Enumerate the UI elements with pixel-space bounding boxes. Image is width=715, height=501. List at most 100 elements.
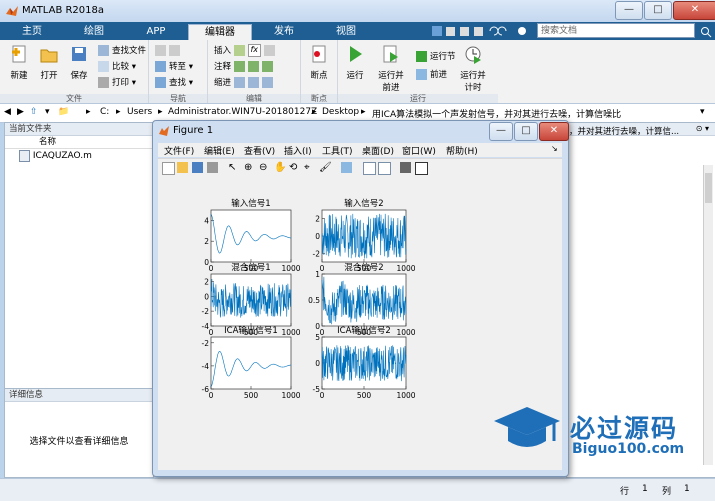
subplot-title: ICA输出信号2 <box>337 325 391 336</box>
print-icon <box>98 77 109 88</box>
open-file-icon[interactable] <box>177 162 188 173</box>
edit-group-label: 编辑 <box>208 94 300 103</box>
zoom-in-icon[interactable]: ⊕ <box>244 162 255 173</box>
nav-back-icons[interactable] <box>155 44 183 58</box>
menu-desktop[interactable]: 桌面(D) <box>362 144 394 157</box>
zoom-out-icon[interactable]: ⊖ <box>259 162 270 173</box>
figure-title-bar[interactable]: Figure 1 — □ ✕ <box>153 121 569 141</box>
show-plot-tools-icon[interactable] <box>415 162 428 175</box>
folder-up-icon[interactable]: ⇧ <box>30 107 38 117</box>
run-and-time-button[interactable]: 运行并 计时 <box>458 44 488 93</box>
link-plot-icon[interactable] <box>341 162 352 173</box>
scroll-thumb[interactable] <box>705 173 712 203</box>
browse-icon[interactable]: ▾ <box>45 107 50 117</box>
subplot-1[interactable]: 输入信号14200 500 1000 <box>204 198 301 273</box>
run-section-button[interactable]: 运行节 <box>416 50 456 64</box>
find-files-button[interactable]: 查找文件 <box>98 44 146 58</box>
editor-scrollbar[interactable] <box>703 165 713 465</box>
menu-file[interactable]: 文件(F) <box>164 144 194 157</box>
breakpoints-button[interactable]: 断点 <box>304 44 334 81</box>
save-figure-icon[interactable] <box>192 162 203 173</box>
ribbon: 新建 打开 保存 查找文件 比较 ▾ 打印 ▾ 文件 转至 ▾ 查找 ▾ 导航 … <box>0 40 715 104</box>
path-desktop[interactable]: Desktop <box>322 107 359 117</box>
run-and-advance-button[interactable]: 运行并 前进 <box>376 44 406 93</box>
breakpoints-icon <box>312 45 326 63</box>
arrow-cursor-icon[interactable]: ↖ <box>228 162 239 173</box>
find-files-icon <box>98 45 109 56</box>
tab-plots[interactable]: 绘图 <box>64 24 124 40</box>
path-drive[interactable]: C: <box>100 107 109 117</box>
menu-view[interactable]: 查看(V) <box>244 144 275 157</box>
close-button[interactable]: ✕ <box>673 1 715 20</box>
y-tick-label: -4 <box>202 362 210 371</box>
navigate-group: 转至 ▾ 查找 ▾ 导航 <box>149 40 208 103</box>
run-button[interactable]: 运行 <box>340 44 370 81</box>
y-tick-label: 2 <box>204 277 209 286</box>
figure-close-button[interactable]: ✕ <box>539 122 569 141</box>
tab-publish[interactable]: 发布 <box>254 24 314 40</box>
dock-arrow-icon[interactable]: ↘ <box>551 144 558 153</box>
back-arrow-icon[interactable]: ◀ <box>4 107 11 117</box>
menu-help[interactable]: 帮助(H) <box>446 144 478 157</box>
figure-minimize-button[interactable]: — <box>489 122 513 141</box>
open-label: 打开 <box>40 71 58 81</box>
path-project[interactable]: 用ICA算法模拟一个声发射信号，并对其进行去噪，计算信噪比 <box>372 107 621 120</box>
figure-menu-bar: 文件(F) 编辑(E) 查看(V) 插入(I) 工具(T) 桌面(D) 窗口(W… <box>158 143 562 157</box>
insert-button[interactable]: 插入 fx <box>214 44 278 58</box>
rotate-3d-icon[interactable]: ⟲ <box>289 162 300 173</box>
legend-icon[interactable] <box>378 162 391 175</box>
comment-icon <box>233 61 245 72</box>
col-label: 列 <box>662 487 672 497</box>
edit-group: 插入 fx 注释 缩进 编辑 <box>208 40 301 103</box>
tab-view[interactable]: 视图 <box>316 24 376 40</box>
breakpoints-group: 断点 断点 <box>301 40 338 103</box>
open-button[interactable]: 打开 <box>34 44 64 81</box>
brush-icon[interactable]: 🖌 <box>319 162 332 173</box>
save-button[interactable]: 保存 <box>64 44 94 81</box>
file-item[interactable]: ICAQUZAO.m <box>5 149 153 163</box>
comment-button[interactable]: 注释 <box>214 60 276 74</box>
path-user[interactable]: Administrator.WIN7U-20180127Z <box>168 107 317 117</box>
figure-maximize-button[interactable]: □ <box>514 122 538 141</box>
open-folder-icon <box>40 49 58 63</box>
indent-button[interactable]: 缩进 <box>214 76 276 90</box>
maximize-button[interactable]: □ <box>644 1 672 20</box>
path-users[interactable]: Users <box>127 107 152 117</box>
menu-edit[interactable]: 编辑(E) <box>204 144 235 157</box>
menu-window[interactable]: 窗口(W) <box>402 144 436 157</box>
tab-editor[interactable]: 编辑器 <box>188 24 252 41</box>
print-button[interactable]: 打印 ▾ <box>98 76 136 90</box>
new-figure-icon[interactable] <box>162 162 175 175</box>
print-figure-icon[interactable] <box>207 162 218 173</box>
name-column-header[interactable]: 名称 <box>5 136 153 149</box>
path-separator: ▸ <box>86 107 91 117</box>
subplot-title: ICA输出信号1 <box>224 325 278 336</box>
folder-icon: 📁 <box>58 107 70 117</box>
tab-home[interactable]: 主页 <box>2 24 62 40</box>
compare-button[interactable]: 比较 ▾ <box>98 60 136 74</box>
search-documentation-input[interactable]: 搜索文档 <box>537 23 695 38</box>
minimize-button[interactable]: — <box>615 1 643 20</box>
y-tick-label: -2 <box>202 339 210 348</box>
pan-hand-icon[interactable]: ✋ <box>274 162 286 173</box>
editor-menu-icon[interactable]: ⊙ ▾ <box>696 124 709 133</box>
forward-arrow-icon[interactable]: ▶ <box>17 107 24 117</box>
new-button[interactable]: 新建 <box>4 44 34 81</box>
data-cursor-icon[interactable]: ⌖ <box>304 162 315 173</box>
path-dropdown-icon[interactable]: ▾ <box>700 107 705 117</box>
menu-tools[interactable]: 工具(T) <box>322 144 353 157</box>
search-icon[interactable] <box>700 26 712 38</box>
advance-button[interactable]: 前进 <box>416 68 447 82</box>
colorbar-icon[interactable] <box>363 162 376 175</box>
quick-access-toolbar[interactable] <box>430 25 530 38</box>
navigate-group-label: 导航 <box>149 94 207 103</box>
subplot-2[interactable]: 输入信号220-20 500 1000 <box>313 198 416 273</box>
window-title: MATLAB R2018a <box>22 5 105 16</box>
menu-insert[interactable]: 插入(I) <box>284 144 312 157</box>
hide-plot-tools-icon[interactable] <box>400 162 411 173</box>
x-tick-label: 0 <box>209 264 214 273</box>
find-button[interactable]: 查找 ▾ <box>155 76 193 90</box>
breakpoints-group-label: 断点 <box>301 94 337 103</box>
tab-apps[interactable]: APP <box>126 24 186 40</box>
goto-button[interactable]: 转至 ▾ <box>155 60 193 74</box>
